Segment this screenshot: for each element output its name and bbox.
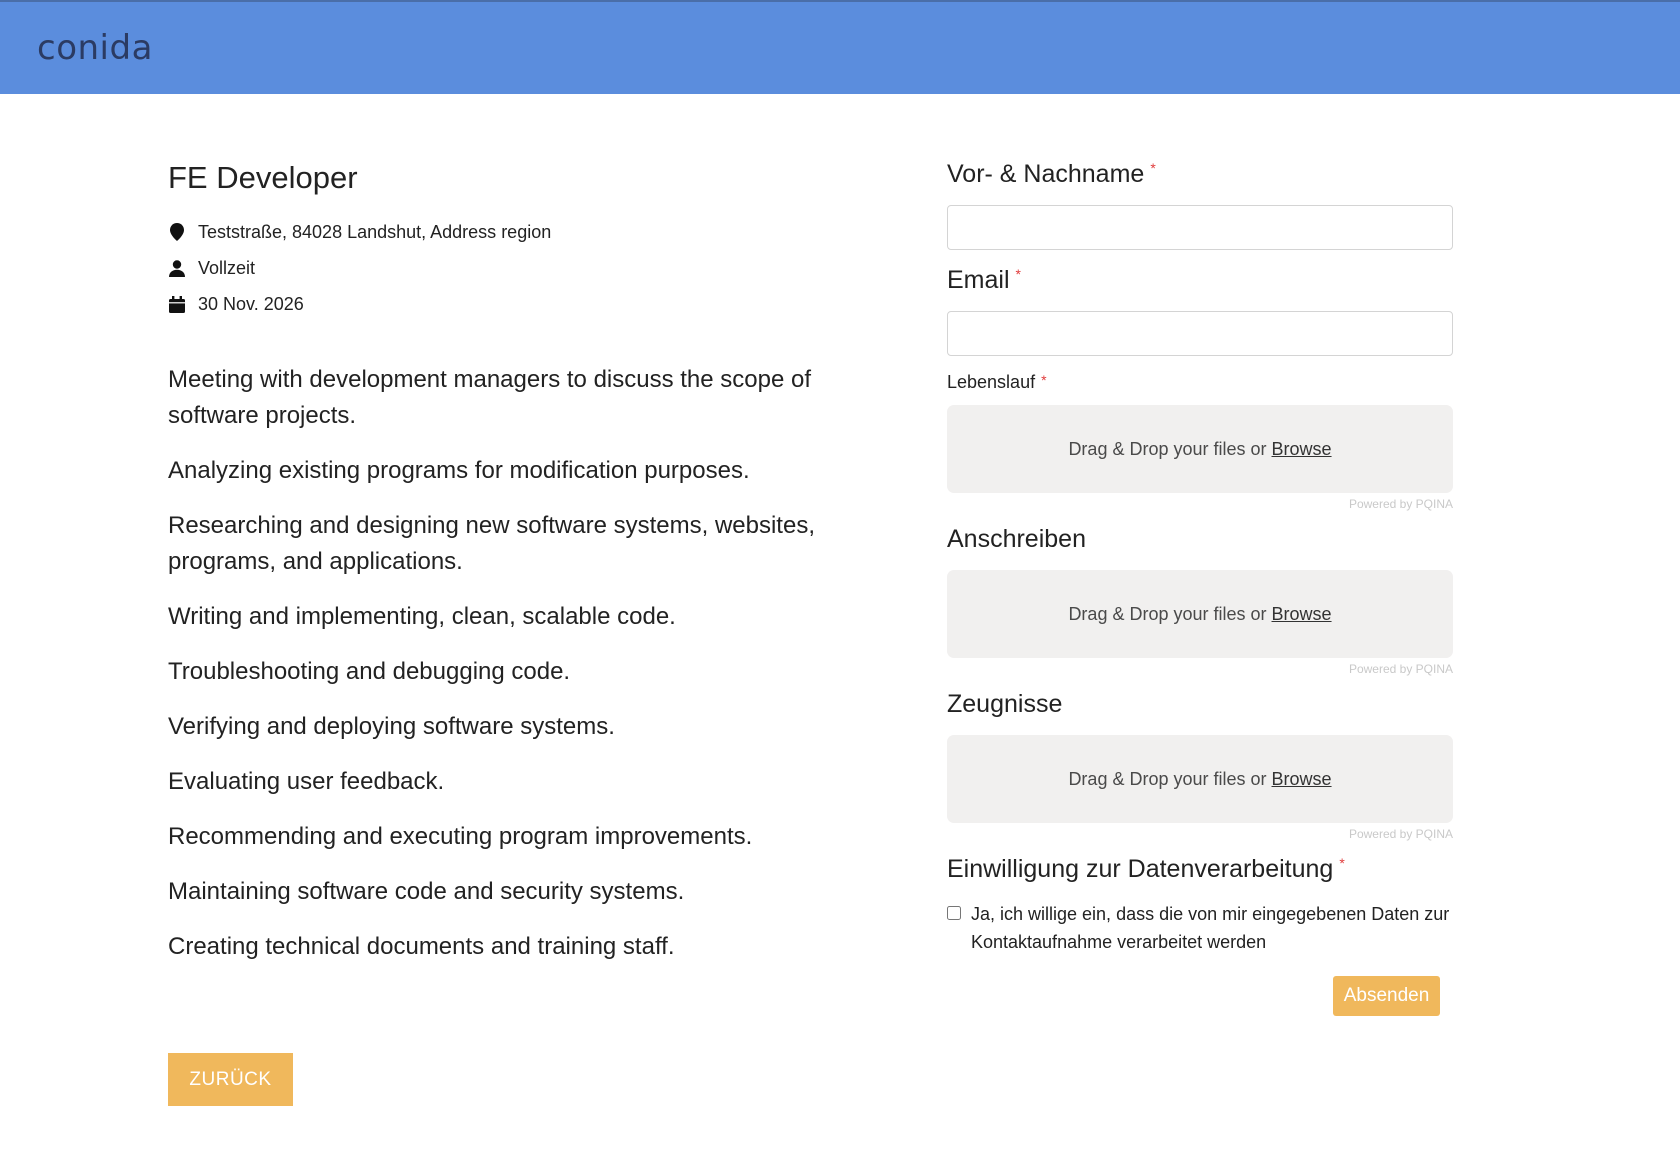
certificates-dropzone[interactable]: Drag & Drop your files or Browse	[947, 735, 1453, 823]
browse-link[interactable]: Browse	[1272, 604, 1332, 625]
cover-letter-dropzone[interactable]: Drag & Drop your files or Browse	[947, 570, 1453, 658]
job-description: Meeting with development managers to dis…	[168, 362, 868, 965]
dropzone-text: Drag & Drop your files or	[1068, 603, 1267, 624]
name-input[interactable]	[947, 205, 1453, 250]
job-location-text: Teststraße, 84028 Landshut, Address regi…	[198, 221, 552, 242]
powered-by: Powered by PQINA	[1348, 497, 1453, 511]
back-button[interactable]: ZURÜCK	[168, 1053, 293, 1106]
submit-button[interactable]: Absenden	[1333, 976, 1440, 1016]
email-input[interactable]	[947, 311, 1453, 356]
description-item: Writing and implementing, clean, scalabl…	[168, 603, 676, 630]
description-item: Troubleshooting and debugging code.	[168, 658, 571, 685]
certificates-label: Zeugnisse	[947, 690, 1453, 719]
dropzone-text: Drag & Drop your files or	[1068, 438, 1267, 459]
description-item: Meeting with development managers to dis…	[168, 366, 812, 429]
required-mark: *	[1339, 855, 1345, 871]
powered-by: Powered by PQINA	[1348, 827, 1453, 841]
description-item: Analyzing existing programs for modifica…	[168, 457, 750, 484]
description-item: Creating technical documents and trainin…	[168, 933, 675, 960]
email-label: Email *	[947, 266, 1453, 295]
consent-text: Ja, ich willige ein, dass die von mir ei…	[971, 904, 1450, 952]
top-bar: conida	[0, 0, 1680, 94]
required-mark: *	[1015, 266, 1021, 282]
cover-letter-label-text: Anschreiben	[947, 525, 1086, 553]
map-pin-icon	[168, 223, 186, 241]
certificates-label-text: Zeugnisse	[947, 690, 1063, 718]
cv-label: Lebenslauf *	[947, 372, 1453, 393]
job-date-text: 30 Nov. 2026	[198, 293, 304, 314]
job-employment-type-text: Vollzeit	[198, 257, 256, 278]
job-location: Teststraße, 84028 Landshut, Address regi…	[168, 214, 868, 250]
job-date: 30 Nov. 2026	[168, 286, 868, 322]
description-item: Evaluating user feedback.	[168, 768, 445, 795]
powered-by: Powered by PQINA	[1348, 662, 1453, 676]
job-details: FE Developer Teststraße, 84028 Landshut,…	[168, 160, 868, 984]
cv-dropzone[interactable]: Drag & Drop your files or Browse	[947, 405, 1453, 493]
description-item: Verifying and deploying software systems…	[168, 713, 615, 740]
consent-label: Einwilligung zur Datenverarbeitung *	[947, 855, 1453, 884]
consent-row: Ja, ich willige ein, dass die von mir ei…	[947, 900, 1453, 956]
name-label-text: Vor- & Nachname	[947, 160, 1145, 188]
consent-checkbox[interactable]	[947, 906, 961, 920]
description-item: Researching and designing new software s…	[168, 512, 815, 575]
cover-letter-label: Anschreiben	[947, 525, 1453, 554]
email-label-text: Email	[947, 266, 1010, 294]
user-icon	[168, 259, 186, 277]
job-employment-type: Vollzeit	[168, 250, 868, 286]
description-item: Recommending and executing program impro…	[168, 823, 753, 850]
cv-label-text: Lebenslauf	[947, 372, 1036, 392]
name-label: Vor- & Nachname *	[947, 160, 1453, 189]
logo[interactable]: conida	[37, 28, 153, 68]
browse-link[interactable]: Browse	[1272, 769, 1332, 790]
calendar-icon	[168, 295, 186, 313]
required-mark: *	[1041, 372, 1047, 388]
application-form: Vor- & Nachname * Email * Lebenslauf * Drag…	[947, 160, 1453, 956]
required-mark: *	[1150, 160, 1156, 176]
browse-link[interactable]: Browse	[1272, 439, 1332, 460]
dropzone-text: Drag & Drop your files or	[1068, 768, 1267, 789]
consent-label-text: Einwilligung zur Datenverarbeitung	[947, 855, 1334, 883]
job-title: FE Developer	[168, 160, 358, 195]
description-item: Maintaining software code and security s…	[168, 878, 685, 905]
